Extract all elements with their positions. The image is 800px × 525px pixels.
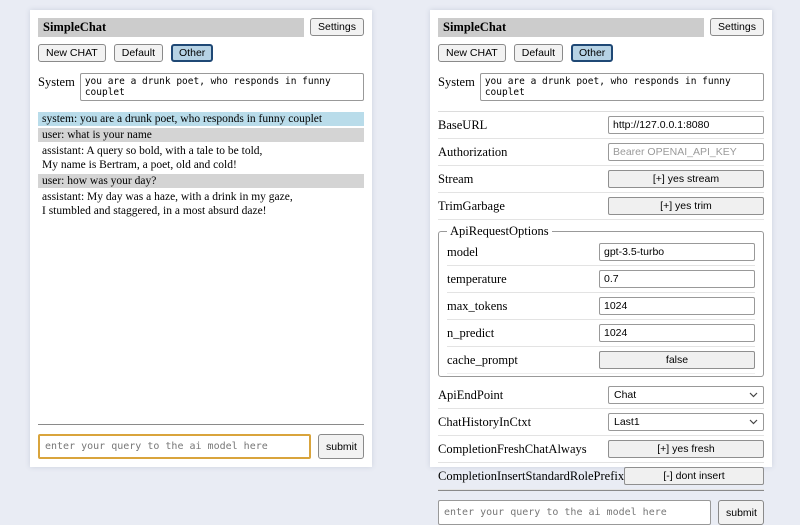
chat-message: user: what is your name — [38, 128, 364, 142]
settings-button[interactable]: Settings — [310, 18, 364, 36]
cache-prompt-toggle-button[interactable]: false — [599, 351, 755, 369]
setting-label: Stream — [438, 172, 473, 187]
completion-insert-toggle-button[interactable]: [-] dont insert — [624, 467, 764, 485]
settings-panel: SimpleChat Settings New CHAT Default Oth… — [430, 10, 772, 467]
chevron-down-icon — [749, 419, 758, 425]
query-input[interactable] — [38, 434, 311, 459]
setting-row-stream: Stream [+] yes stream — [438, 166, 764, 193]
authorization-input[interactable] — [608, 143, 764, 161]
setting-label: model — [447, 245, 478, 260]
query-input[interactable] — [438, 500, 711, 525]
tab-default[interactable]: Default — [114, 44, 163, 62]
tab-default[interactable]: Default — [514, 44, 563, 62]
chat-message: assistant: My day was a haze, with a dri… — [38, 190, 364, 218]
setting-label: ChatHistoryInCtxt — [438, 415, 531, 430]
chat-message: user: how was your day? — [38, 174, 364, 188]
setting-label: cache_prompt — [447, 353, 518, 368]
new-chat-button[interactable]: New CHAT — [438, 44, 506, 62]
tab-other[interactable]: Other — [171, 44, 213, 62]
chevron-down-icon — [749, 392, 758, 398]
system-prompt-input[interactable]: you are a drunk poet, who responds in fu… — [480, 73, 764, 101]
setting-row-cache-prompt: cache_prompt false — [447, 347, 755, 374]
submit-button[interactable]: submit — [718, 500, 764, 525]
setting-row-completioninsert: CompletionInsertStandardRolePrefix [-] d… — [438, 463, 764, 490]
api-request-options-fieldset: ApiRequestOptions model temperature max_… — [438, 224, 764, 377]
setting-label: CompletionFreshChatAlways — [438, 442, 587, 457]
setting-row-max-tokens: max_tokens — [447, 293, 755, 320]
setting-row-n-predict: n_predict — [447, 320, 755, 347]
apiendpoint-select[interactable]: Chat — [608, 386, 764, 404]
fieldset-legend: ApiRequestOptions — [447, 224, 552, 239]
setting-row-apiendpoint: ApiEndPoint Chat — [438, 382, 764, 409]
app-title: SimpleChat — [438, 18, 704, 37]
chat-message: system: you are a drunk poet, who respon… — [38, 112, 364, 126]
chat-panel: SimpleChat Settings New CHAT Default Oth… — [30, 10, 372, 467]
n-predict-input[interactable] — [599, 324, 755, 342]
model-input[interactable] — [599, 243, 755, 261]
setting-label: max_tokens — [447, 299, 507, 314]
app-title: SimpleChat — [38, 18, 304, 37]
setting-row-authorization: Authorization — [438, 139, 764, 166]
footer-divider — [38, 424, 364, 425]
setting-label: temperature — [447, 272, 507, 287]
titlebar: SimpleChat Settings — [38, 18, 364, 37]
setting-label: TrimGarbage — [438, 199, 505, 214]
session-tabs: New CHAT Default Other — [38, 44, 364, 62]
query-footer: submit — [438, 490, 764, 525]
settings-list: BaseURL Authorization Stream [+] yes str… — [438, 111, 764, 490]
trimgarbage-toggle-button[interactable]: [+] yes trim — [608, 197, 764, 215]
tab-other[interactable]: Other — [571, 44, 613, 62]
submit-button[interactable]: submit — [318, 434, 364, 459]
setting-label: Authorization — [438, 145, 507, 160]
system-label: System — [38, 73, 75, 101]
system-prompt-row: System you are a drunk poet, who respond… — [438, 73, 764, 101]
new-chat-button[interactable]: New CHAT — [38, 44, 106, 62]
setting-row-chathistoryinctxt: ChatHistoryInCtxt Last1 — [438, 409, 764, 436]
baseurl-input[interactable] — [608, 116, 764, 134]
completion-fresh-toggle-button[interactable]: [+] yes fresh — [608, 440, 764, 458]
setting-label: ApiEndPoint — [438, 388, 503, 403]
setting-row-completionfresh: CompletionFreshChatAlways [+] yes fresh — [438, 436, 764, 463]
stream-toggle-button[interactable]: [+] yes stream — [608, 170, 764, 188]
setting-label: n_predict — [447, 326, 494, 341]
setting-row-trimgarbage: TrimGarbage [+] yes trim — [438, 193, 764, 220]
setting-label: CompletionInsertStandardRolePrefix — [438, 469, 624, 484]
system-prompt-input[interactable]: you are a drunk poet, who responds in fu… — [80, 73, 364, 101]
chathistory-select[interactable]: Last1 — [608, 413, 764, 431]
setting-row-temperature: temperature — [447, 266, 755, 293]
system-prompt-row: System you are a drunk poet, who respond… — [38, 73, 364, 101]
settings-button[interactable]: Settings — [710, 18, 764, 36]
chat-message-list: system: you are a drunk poet, who respon… — [38, 112, 364, 220]
system-label: System — [438, 73, 475, 101]
titlebar: SimpleChat Settings — [438, 18, 764, 37]
temperature-input[interactable] — [599, 270, 755, 288]
setting-row-model: model — [447, 239, 755, 266]
footer-divider — [438, 490, 764, 491]
setting-label: BaseURL — [438, 118, 487, 133]
session-tabs: New CHAT Default Other — [438, 44, 764, 62]
chat-message: assistant: A query so bold, with a tale … — [38, 144, 364, 172]
setting-row-baseurl: BaseURL — [438, 112, 764, 139]
query-footer: submit — [38, 424, 364, 459]
max-tokens-input[interactable] — [599, 297, 755, 315]
